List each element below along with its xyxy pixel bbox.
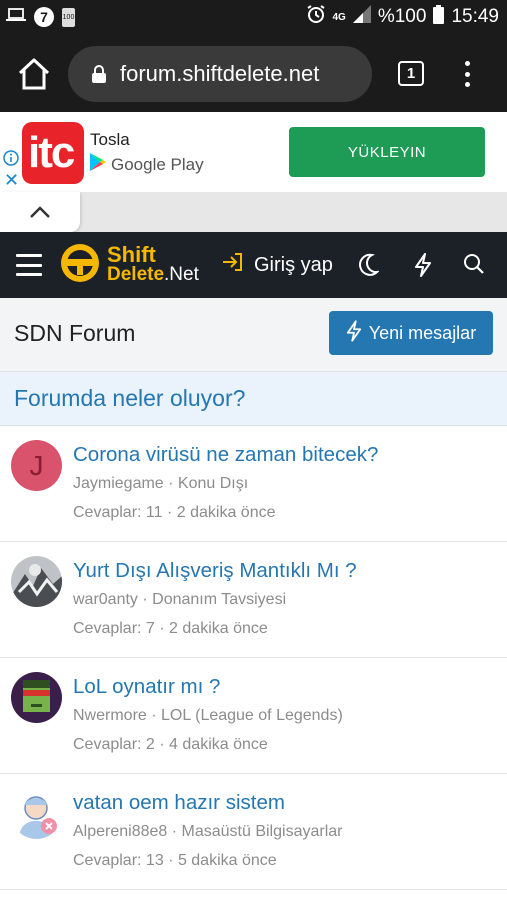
thread-stats: Cevaplar: 2 · 4 dakika önce <box>73 736 268 754</box>
new-messages-button[interactable]: Yeni mesajlar <box>329 311 493 355</box>
battery-percent: %100 <box>377 6 427 27</box>
thread-meta: war0anty · Donanım Tavsiyesi <box>73 591 286 609</box>
thread-author[interactable]: Nwermore <box>73 707 147 724</box>
chevron-up-icon <box>30 206 50 218</box>
url-text: forum.shiftdelete.net <box>120 61 320 86</box>
thread-item[interactable]: vatan oem hazır sistem Alpereni88e8 · Ma… <box>0 774 507 890</box>
logo-line2-net: .Net <box>164 264 199 285</box>
battery-icon <box>433 4 445 30</box>
home-button[interactable] <box>16 57 52 91</box>
stats-separator: · <box>154 620 170 637</box>
meta-separator: · <box>167 823 182 840</box>
thread-stats: Cevaplar: 13 · 5 dakika önce <box>73 852 277 870</box>
thread-replies: Cevaplar: 13 <box>73 852 164 869</box>
thread-meta: Nwermore · LOL (League of Legends) <box>73 707 343 725</box>
google-play-icon <box>90 153 106 176</box>
login-link[interactable]: Giriş yap <box>222 252 333 278</box>
section-header: Forumda neler oluyor? <box>0 372 507 426</box>
clock: 15:49 <box>451 6 499 27</box>
thread-time: 2 dakika önce <box>169 620 268 637</box>
sign-in-icon <box>222 252 244 278</box>
stats-separator: · <box>154 736 170 753</box>
thread-time: 2 dakika önce <box>176 504 276 521</box>
browser-menu-button[interactable] <box>458 58 476 90</box>
logo-line2-delete: Delete <box>107 264 165 285</box>
laptop-icon <box>6 7 26 28</box>
network-type: 4G <box>332 11 346 23</box>
ad-app-logo: itc <box>22 122 84 184</box>
login-label: Giriş yap <box>254 253 333 276</box>
stats-separator: · <box>163 852 178 869</box>
home-icon <box>18 58 50 90</box>
thread-replies: Cevaplar: 2 <box>73 736 155 753</box>
thread-stats: Cevaplar: 11 · 2 dakika önce <box>73 504 275 522</box>
thread-meta: Alpereni88e8 · Masaüstü Bilgisayarlar <box>73 823 342 841</box>
thread-stats: Cevaplar: 7 · 2 dakika önce <box>73 620 268 638</box>
avatar[interactable] <box>11 556 62 607</box>
thread-forum[interactable]: Donanım Tavsiyesi <box>152 591 286 608</box>
ad-store: Google Play <box>90 153 204 176</box>
meta-separator: · <box>137 591 153 608</box>
avatar[interactable]: J <box>11 440 62 491</box>
site-logo[interactable]: Shift Delete.Net <box>58 242 199 288</box>
hamburger-menu-icon[interactable] <box>16 254 42 276</box>
address-bar[interactable]: forum.shiftdelete.net <box>68 46 372 102</box>
lightning-bolt-icon <box>346 319 362 347</box>
status-bar: 7 100 4G %100 15:49 <box>0 0 507 34</box>
thread-title[interactable]: LoL oynatır mı ? <box>73 675 220 699</box>
ad-app-name: Tosla <box>90 130 130 149</box>
logo-line1: Shift <box>107 242 156 267</box>
lightning-bolt-icon[interactable] <box>414 253 432 282</box>
thread-title[interactable]: vatan oem hazır sistem <box>73 791 285 815</box>
page-title: SDN Forum <box>14 320 136 346</box>
ad-store-label: Google Play <box>111 154 204 174</box>
thread-author[interactable]: Alpereni88e8 <box>73 823 167 840</box>
tab-switcher-button[interactable]: 1 <box>398 61 424 86</box>
thread-replies: Cevaplar: 11 <box>73 504 163 521</box>
ad-collapse-button[interactable] <box>0 192 80 232</box>
thread-item[interactable]: LoL oynatır mı ? Nwermore · LOL (League … <box>0 658 507 774</box>
notification-badge-icon: 7 <box>34 7 54 27</box>
thread-item[interactable]: J Corona virüsü ne zaman bitecek? Jaymie… <box>0 426 507 542</box>
meta-separator: · <box>163 475 178 492</box>
dark-mode-moon-icon[interactable] <box>357 253 380 282</box>
signal-icon <box>352 5 371 29</box>
battery-saver-icon: 100 <box>62 7 75 27</box>
logo-emblem-icon <box>58 241 102 290</box>
thread-author[interactable]: Jaymiegame <box>73 475 164 492</box>
thread-item[interactable]: Yurt Dışı Alışveriş Mantıklı Mı ? war0an… <box>0 542 507 658</box>
alarm-icon <box>306 4 326 30</box>
thread-replies: Cevaplar: 7 <box>73 620 155 637</box>
thread-author[interactable]: war0anty <box>73 591 138 608</box>
thread-meta: Jaymiegame · Konu Dışı <box>73 475 248 493</box>
avatar[interactable] <box>11 788 62 839</box>
lock-icon <box>92 65 106 83</box>
page-title-bar: SDN Forum Yeni mesajlar <box>0 298 507 372</box>
thread-forum[interactable]: Masaüstü Bilgisayarlar <box>182 823 343 840</box>
browser-toolbar: forum.shiftdelete.net 1 <box>0 34 507 112</box>
ad-collapse-strip <box>0 192 507 232</box>
stats-separator: · <box>162 504 177 521</box>
thread-time: 4 dakika önce <box>169 736 268 753</box>
ad-banner[interactable]: itc Tosla Google Play YÜKLEYIN ✕ <box>0 112 507 192</box>
section-title[interactable]: Forumda neler oluyor? <box>14 385 245 412</box>
meta-separator: · <box>146 707 162 724</box>
more-vert-icon <box>464 61 470 66</box>
ad-close-icon[interactable]: ✕ <box>4 170 19 191</box>
thread-title[interactable]: Yurt Dışı Alışveriş Mantıklı Mı ? <box>73 559 357 583</box>
thread-forum[interactable]: Konu Dışı <box>178 475 248 492</box>
site-header: Shift Delete.Net Giriş yap <box>0 232 507 298</box>
search-icon[interactable] <box>463 253 485 280</box>
thread-title[interactable]: Corona virüsü ne zaman bitecek? <box>73 443 378 467</box>
ad-info-icon[interactable] <box>3 150 19 171</box>
ad-install-button[interactable]: YÜKLEYIN <box>289 127 485 177</box>
thread-time: 5 dakika önce <box>177 852 277 869</box>
avatar[interactable] <box>11 672 62 723</box>
thread-forum[interactable]: LOL (League of Legends) <box>161 707 343 724</box>
new-messages-label: Yeni mesajlar <box>368 322 477 343</box>
